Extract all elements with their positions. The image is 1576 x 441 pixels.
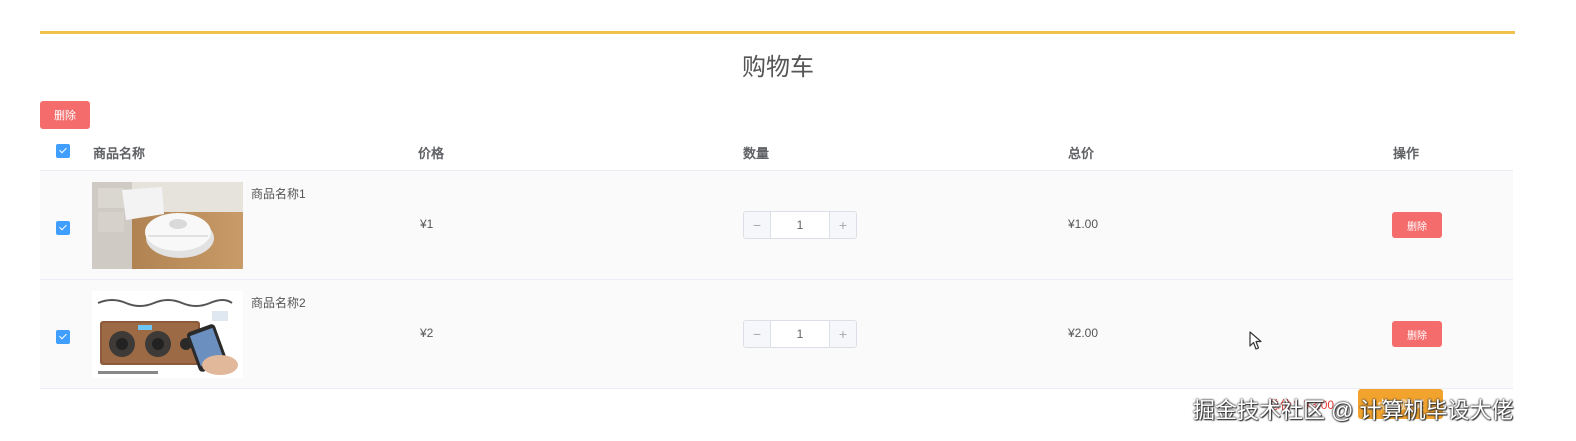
row-total: ¥1.00 bbox=[1068, 217, 1099, 231]
header-divider bbox=[40, 31, 1515, 34]
product-image-speaker[interactable] bbox=[92, 291, 243, 378]
table-row: 商品名称1 ¥1 − + ¥1.00 删除 bbox=[40, 171, 1513, 280]
mouse-cursor-icon bbox=[1249, 331, 1263, 356]
product-name[interactable]: 商品名称1 bbox=[251, 185, 306, 202]
table-row: 商品名称2 ¥2 − + ¥2.00 删除 bbox=[40, 280, 1513, 389]
watermark: 掘金技术社区 @ 计算机毕设大佬 bbox=[1193, 398, 1514, 423]
product-name[interactable]: 商品名称2 bbox=[251, 294, 306, 311]
product-price: ¥2 bbox=[420, 326, 434, 340]
product-image-robot-vacuum[interactable] bbox=[92, 182, 243, 269]
product-price: ¥1 bbox=[420, 217, 434, 231]
header-price: 价格 bbox=[418, 146, 445, 161]
row-checkbox[interactable] bbox=[56, 330, 70, 344]
cart-table: 商品名称 价格 数量 总价 操作 商品名称1 ¥1 − 1 + ¥1.00 删除… bbox=[40, 130, 1513, 389]
decrease-quantity-button[interactable]: − bbox=[744, 321, 771, 347]
quantity-input[interactable] bbox=[771, 212, 829, 238]
increase-quantity-button[interactable]: + bbox=[829, 212, 856, 238]
table-header: 商品名称 价格 数量 总价 操作 bbox=[40, 130, 1513, 171]
quantity-stepper: − + bbox=[743, 320, 857, 348]
header-total: 总价 bbox=[1068, 146, 1095, 161]
header-quantity: 数量 bbox=[743, 146, 770, 161]
select-all-checkbox[interactable] bbox=[56, 144, 70, 158]
row-delete-button[interactable]: 删除 bbox=[1392, 321, 1442, 347]
page-title: 购物车 bbox=[742, 54, 814, 81]
row-total: ¥2.00 bbox=[1068, 326, 1099, 340]
increase-quantity-button[interactable]: + bbox=[829, 321, 856, 347]
quantity-input[interactable] bbox=[771, 321, 829, 347]
row-delete-button[interactable]: 删除 bbox=[1392, 212, 1442, 238]
quantity-stepper: − + bbox=[743, 211, 857, 239]
header-actions: 操作 bbox=[1393, 146, 1420, 161]
row-checkbox[interactable] bbox=[56, 221, 70, 235]
bulk-delete-button[interactable]: 删除 bbox=[40, 101, 90, 129]
header-name: 商品名称 bbox=[93, 146, 146, 161]
decrease-quantity-button[interactable]: − bbox=[744, 212, 771, 238]
